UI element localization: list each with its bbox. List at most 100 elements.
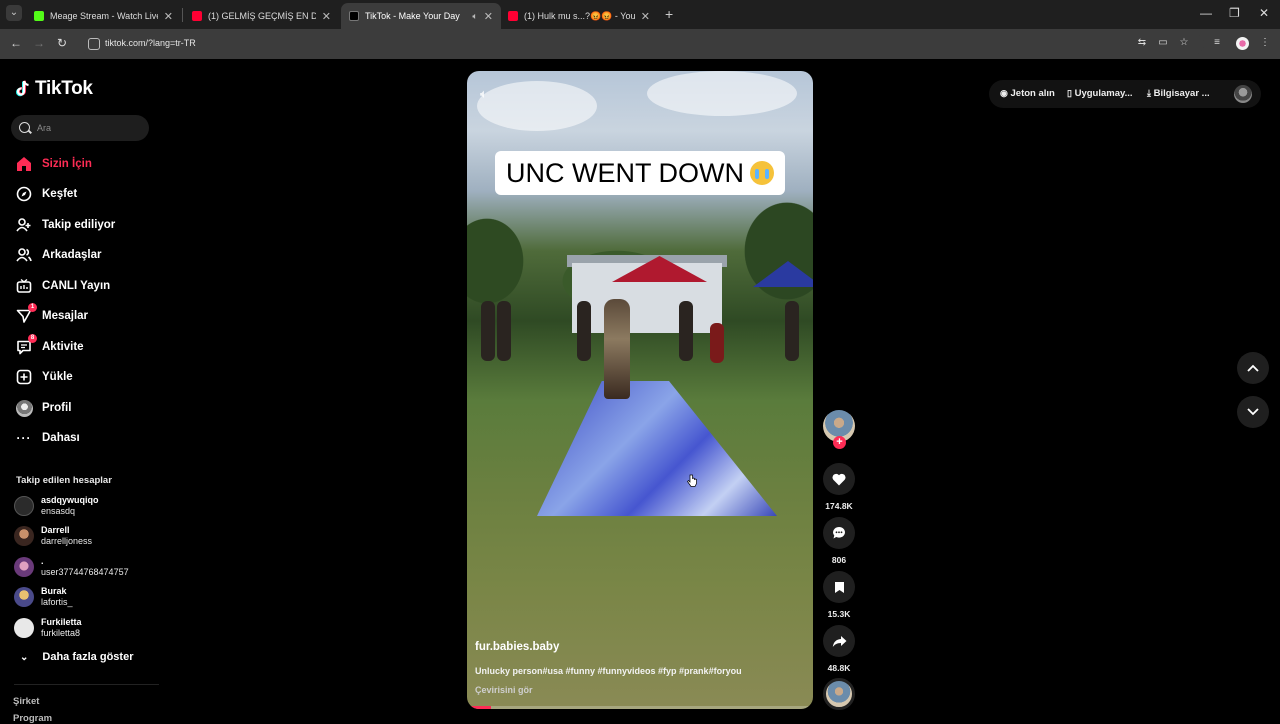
reading-list-icon[interactable]: ≡ [1211, 37, 1223, 49]
get-app-button[interactable]: ▯ Uygulamay... [1067, 88, 1133, 99]
browser-tab-3[interactable]: TikTok - Make Your Day 🔈︎ ✕ [341, 3, 501, 29]
comment-button[interactable] [823, 517, 855, 549]
share-count: 48.8K [827, 663, 851, 673]
music-disc-avatar[interactable] [823, 678, 855, 710]
sidebar: TikTok Sizin İçin Keşfet Takip ediliyor … [0, 59, 160, 724]
user-avatar[interactable] [1234, 85, 1252, 103]
back-icon[interactable]: ← [10, 36, 22, 50]
program-link[interactable]: Program [13, 713, 52, 724]
mouse-cursor-icon [687, 474, 697, 487]
like-count: 174.8K [825, 501, 853, 511]
get-coins-button[interactable]: ◉ Jeton alın [1000, 88, 1055, 99]
browser-tab-4[interactable]: (1) Hulk mu s...?😡😡 - YouTub ✕ [500, 3, 658, 29]
previous-video-button[interactable] [1237, 352, 1269, 384]
get-app-label: Uygulamay... [1074, 88, 1133, 99]
chevron-up-icon [1247, 364, 1259, 372]
coin-icon: ◉ [1000, 88, 1008, 98]
compass-icon [15, 185, 33, 203]
search-icon[interactable] [19, 122, 30, 133]
avatar [14, 526, 34, 546]
video-player[interactable]: UNC WENT DOWN 🔈︎ fur.babies.baby Unlucky… [467, 71, 813, 709]
sidebar-item-activity[interactable]: 8 Aktivite [15, 334, 84, 357]
browser-tab-1[interactable]: Meage Stream - Watch Live on ✕ [26, 3, 181, 29]
sidebar-item-label: Takip ediliyor [42, 219, 116, 231]
sidebar-item-following[interactable]: Takip ediliyor [15, 215, 115, 235]
forward-icon[interactable]: → [33, 36, 45, 50]
address-bar[interactable]: tiktok.com/?lang=tr-TR [80, 33, 1204, 55]
reload-icon[interactable]: ↻ [57, 36, 67, 50]
tab-close-icon[interactable]: ✕ [641, 10, 650, 23]
restore-icon[interactable]: ❐ [1229, 6, 1240, 20]
browser-tab-2[interactable]: (1) GELMİŞ GEÇMİŞ EN DUYGU ✕ [184, 3, 339, 29]
messages-icon: 1 [15, 303, 37, 325]
cast-icon[interactable]: ▭ [1157, 37, 1169, 49]
sidebar-item-explore[interactable]: Keşfet [15, 184, 77, 204]
tab-title: (1) GELMİŞ GEÇMİŞ EN DUYGU [208, 11, 316, 21]
get-coins-label: Jeton alın [1010, 88, 1055, 99]
sidebar-item-messages[interactable]: 1 Mesajlar [15, 303, 88, 326]
new-tab-button[interactable]: + [665, 6, 673, 22]
followed-account[interactable]: . user37744768474757 [14, 553, 129, 581]
youtube-favicon-icon [192, 11, 202, 21]
see-translation-link[interactable]: Çevirisini gör [475, 685, 533, 695]
show-more-button[interactable]: ⌄ Daha fazla göster [20, 651, 133, 663]
close-window-icon[interactable]: ✕ [1259, 6, 1269, 20]
sidebar-item-friends[interactable]: Arkadaşlar [15, 245, 101, 265]
video-author[interactable]: fur.babies.baby [475, 641, 559, 653]
sidebar-item-for-you[interactable]: Sizin İçin [15, 154, 92, 174]
tab-title: TikTok - Make Your Day [365, 11, 460, 21]
minimize-icon[interactable]: — [1200, 6, 1212, 20]
browser-tab-strip: ⌄ Meage Stream - Watch Live on ✕ (1) GEL… [0, 0, 1280, 29]
notification-badge: 8 [28, 334, 37, 343]
following-accounts-header: Takip edilen hesaplar [16, 475, 112, 486]
video-description: Unlucky person#usa #funny #funnyvideos #… [475, 666, 742, 676]
video-frame-detail [477, 81, 597, 131]
follow-plus-icon[interactable]: + [833, 436, 846, 449]
bookmark-star-icon[interactable]: ☆ [1178, 37, 1190, 49]
activity-icon: 8 [15, 334, 37, 356]
share-button[interactable] [823, 625, 855, 657]
home-icon [15, 155, 33, 173]
profile-icon [15, 399, 33, 417]
followed-account[interactable]: Furkiletta furkiletta8 [14, 614, 82, 642]
next-video-button[interactable] [1237, 396, 1269, 428]
sidebar-item-live[interactable]: CANLI Yayın [15, 276, 110, 296]
tab-close-icon[interactable]: ✕ [322, 10, 331, 23]
like-button[interactable] [823, 463, 855, 495]
sidebar-item-upload[interactable]: Yükle [15, 367, 73, 387]
tab-close-icon[interactable]: ✕ [484, 10, 493, 23]
video-frame-detail [497, 301, 511, 361]
search-input[interactable] [37, 119, 142, 137]
browser-menu-icon[interactable]: ⋮ [1259, 37, 1271, 49]
sidebar-item-more[interactable]: ··· Dahası [15, 428, 80, 448]
account-name: Burak [41, 586, 67, 596]
crying-emoji-icon [749, 161, 774, 185]
tab-close-icon[interactable]: ✕ [164, 10, 173, 23]
friends-icon [15, 246, 33, 264]
account-name: asdqywuqiqo [41, 495, 99, 505]
volume-icon[interactable]: 🔈︎ [480, 86, 488, 102]
followed-account[interactable]: Darrell darrelljoness [14, 522, 92, 550]
account-username: furkiletta8 [41, 628, 81, 638]
comment-icon [833, 527, 845, 539]
desktop-app-button[interactable]: ⤓ Bilgisayar ... [1147, 88, 1210, 99]
video-frame-detail [785, 301, 799, 361]
tiktok-logo[interactable]: TikTok [15, 78, 93, 100]
tab-search-icon[interactable]: ⌄ [6, 5, 22, 21]
search-box[interactable] [11, 115, 149, 141]
sidebar-divider [14, 684, 159, 685]
followed-account[interactable]: Burak lafortis_ [14, 583, 73, 611]
translate-icon[interactable]: ⇆ [1136, 37, 1148, 49]
kick-favicon-icon [34, 11, 44, 21]
sidebar-item-profile[interactable]: Profil [15, 398, 71, 418]
company-link[interactable]: Şirket [13, 696, 39, 707]
followed-account[interactable]: asdqywuqiqo ensasdq [14, 492, 99, 520]
speaker-icon[interactable]: 🔈︎ [472, 11, 477, 22]
browser-profile-avatar[interactable] [1236, 37, 1249, 50]
live-icon [15, 277, 33, 295]
save-button[interactable] [823, 571, 855, 603]
site-info-icon[interactable] [88, 38, 100, 50]
top-actions-bar: ◉ Jeton alın ▯ Uygulamay... ⤓ Bilgisayar… [989, 80, 1261, 108]
logo-text: TikTok [35, 78, 93, 99]
video-progress-bar[interactable] [467, 706, 813, 709]
